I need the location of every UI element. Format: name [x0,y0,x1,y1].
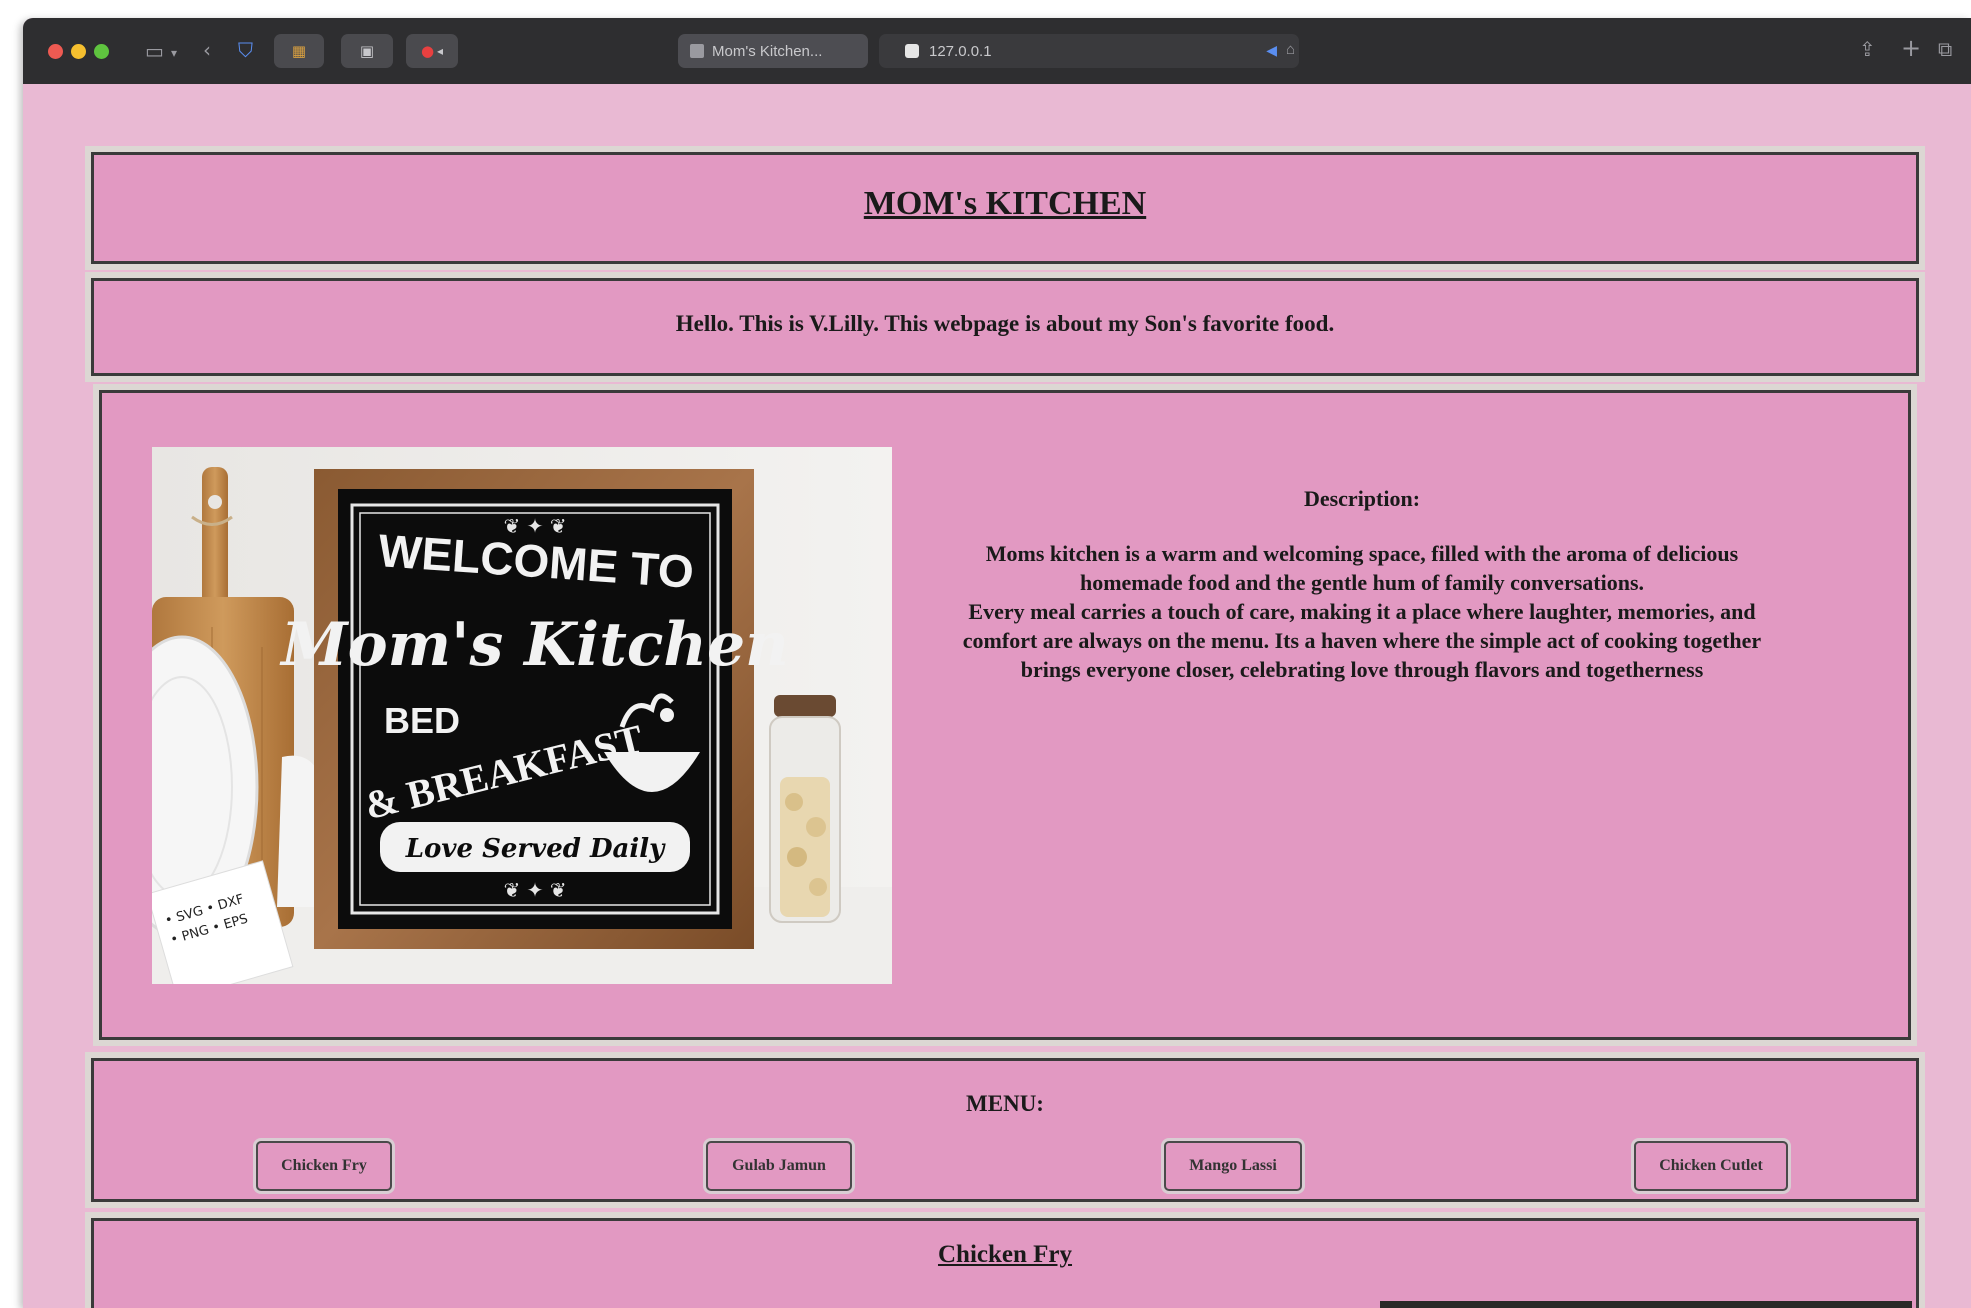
menu-button-chicken-fry[interactable]: Chicken Fry [256,1141,392,1191]
tab-moms-kitchen[interactable]: Mom's Kitchen... [678,34,868,68]
share-icon[interactable]: ⇪ [1859,39,1876,59]
shield-icon[interactable]: ⛉ [238,40,253,60]
description-line: brings everyone closer, celebrating love… [1020,657,1704,682]
intro-section: Hello. This is V.Lilly. This webpage is … [91,278,1919,376]
browser-toolbar: ▭ ▾ ‹ ⛉ ▦ ▣ ● ◂ Mom's Kitchen... 127.0.0.… [23,18,1971,84]
new-tab-icon[interactable]: + [1901,36,1921,60]
minimize-window-button[interactable] [71,44,86,59]
bell-icon[interactable]: ⌂ [1286,41,1295,58]
menu-button-chicken-cutlet[interactable]: Chicken Cutlet [1634,1141,1788,1191]
header-section: MOM's KITCHEN [91,152,1919,264]
chevron-down-icon[interactable]: ▾ [171,43,177,63]
back-icon[interactable]: ‹ [203,40,211,60]
description-line: Every meal carries a touch of care, maki… [968,599,1756,624]
description-line: homemade food and the gentle hum of fami… [1079,570,1645,595]
chicken-fry-section: Chicken Fry [91,1218,1919,1308]
menu-heading: MENU: [966,1091,1044,1116]
about-section: WELCOME TO Mom's Kitchen BED & BREAKFAST… [99,390,1911,1040]
svg-text:❦ ✦ ❦: ❦ ✦ ❦ [504,514,567,538]
sign-line-5: Love Served Daily [405,834,666,864]
sidebar-icon[interactable]: ▭ [145,41,164,61]
address-tab[interactable]: 127.0.0.1 ◀ ⌂ [879,34,1299,68]
page-title: MOM's KITCHEN [863,185,1147,222]
tab-overview-icon[interactable]: ⧉ [1938,39,1952,59]
close-window-button[interactable] [48,44,63,59]
description-text: Moms kitchen is a warm and welcoming spa… [902,539,1822,684]
svg-text:❦ ✦ ❦: ❦ ✦ ❦ [504,878,567,902]
intro-text: Hello. This is V.Lilly. This webpage is … [675,311,1335,336]
reader-icon[interactable]: ▣ [341,34,393,68]
sign-line-3: BED [384,700,460,741]
description-line: Moms kitchen is a warm and welcoming spa… [985,541,1739,566]
record-icon[interactable]: ● ◂ [406,34,458,68]
welcome-sign-image: WELCOME TO Mom's Kitchen BED & BREAKFAST… [152,447,892,984]
chicken-fry-image [1380,1301,1912,1308]
page-favicon-icon [690,44,704,58]
dish-title: Chicken Fry [937,1241,1073,1268]
menu-button-mango-lassi[interactable]: Mango Lassi [1164,1141,1302,1191]
tab-label: Mom's Kitchen... [712,42,823,60]
audio-icon[interactable]: ◀ [1266,42,1277,59]
address-text: 127.0.0.1 [929,42,992,60]
menu-button-gulab-jamun[interactable]: Gulab Jamun [706,1141,852,1191]
zoom-window-button[interactable] [94,44,109,59]
sign-line-2: Mom's Kitchen [279,610,789,680]
extension-icon[interactable]: ▦ [274,34,324,68]
menu-section: MENU: Chicken Fry Gulab Jamun Mango Lass… [91,1058,1919,1202]
description-line: comfort are always on the menu. Its a ha… [962,628,1762,653]
page-icon [905,44,919,58]
browser-window: ▭ ▾ ‹ ⛉ ▦ ▣ ● ◂ Mom's Kitchen... 127.0.0.… [23,18,1971,1308]
description-heading: Description: [1303,486,1421,511]
